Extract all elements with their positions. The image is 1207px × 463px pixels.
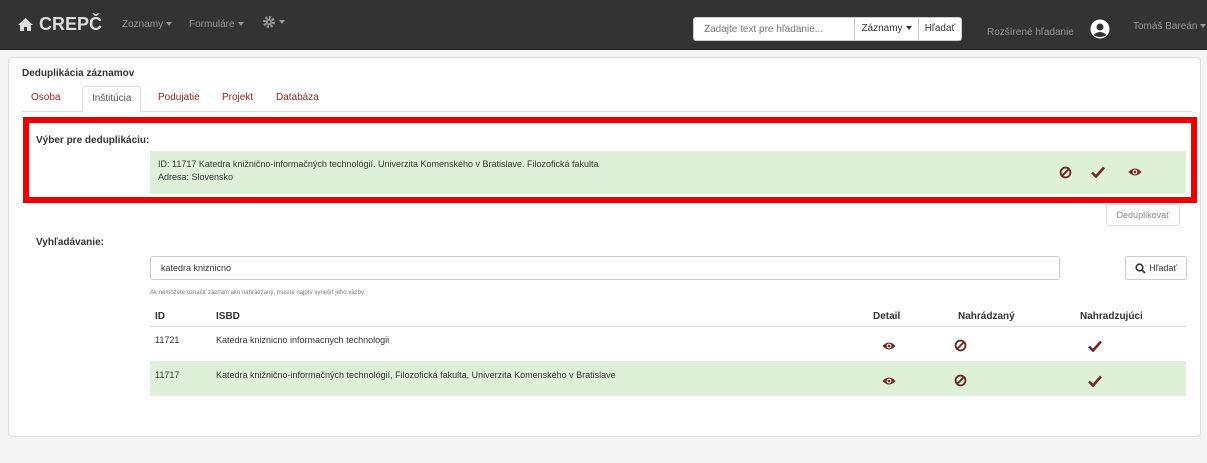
col-header-replacing: Nahradzujúci [1080,311,1143,322]
gear-icon [263,16,275,28]
brand-title: CREPČ [39,14,103,34]
entity-tabs: Osoba Inštitúcia Podujatie Projekt Datab… [22,86,1192,113]
brand-link[interactable]: CREPČ [17,14,102,35]
tab-databaza[interactable]: Databáza [267,86,328,113]
search-scope-label: Záznamy [861,23,903,34]
deduplicate-button[interactable]: Deduplikovať [1106,204,1180,226]
row-id: 11721 [155,335,180,345]
eye-icon [882,377,896,385]
user-menu[interactable]: Tomáš Bareán [1133,21,1207,32]
tab-podujatie[interactable]: Podujatie [149,86,209,113]
search-scope-select[interactable]: Záznamy [854,17,919,41]
row-detail-button[interactable] [881,338,897,354]
row-id: 11717 [155,370,180,380]
row-mark-replaced-button[interactable] [952,372,968,388]
caret-down-icon [166,22,173,27]
caret-down-icon [279,20,285,24]
table-row: 11717 Katedra knižnično-informačných tec… [150,362,1186,396]
check-icon [1088,340,1102,352]
menu-settings[interactable] [262,15,285,29]
eye-icon [882,342,896,350]
caret-down-icon [1200,24,1207,29]
search-input[interactable] [693,17,855,41]
menu-lists-label: Zoznamy [122,19,164,30]
home-icon [18,18,33,31]
caret-down-icon [237,22,244,27]
col-header-isbd: ISBD [216,311,240,322]
col-header-detail: Detail [873,311,901,322]
user-name: Tomáš Bareán [1133,21,1198,32]
check-icon [1088,375,1102,387]
record-search-button-label: Hľadať [1149,263,1177,273]
search-icon [1135,262,1146,274]
tab-institucia[interactable]: Inštitúcia [82,86,142,113]
row-isbd: Katedra kniznicno informacnych technolog… [216,335,390,345]
selection-highlight-frame [23,117,1197,203]
row-mark-replaced-button[interactable] [952,337,968,353]
tab-projekt[interactable]: Projekt [213,86,262,113]
advanced-search-link[interactable]: Rozšírené hľadanie [987,27,1074,38]
row-mark-replacing-button[interactable] [1087,373,1103,389]
ban-icon [954,339,966,351]
search-hint: Ak nemôžete označiť záznam ako nahrádzan… [150,290,366,296]
caret-down-icon [905,26,912,31]
search-button[interactable]: Hľadať [918,17,962,41]
col-header-replaced: Nahrádzaný [958,311,1015,322]
row-isbd: Katedra knižnično-informačných technológ… [216,370,616,380]
user-avatar-icon[interactable] [1090,19,1110,39]
record-search-button[interactable]: Hľadať [1125,256,1187,280]
navbar: CREPČ Zoznamy Formuláre Záznamy Hľadať R… [0,0,1207,50]
menu-lists[interactable]: Zoznamy [122,19,173,30]
page-title: Deduplikácia záznamov [22,68,135,79]
menu-forms-label: Formuláre [189,19,235,30]
menu-forms[interactable]: Formuláre [189,19,244,30]
tab-osoba[interactable]: Osoba [22,86,69,113]
col-header-id: ID [155,311,165,322]
record-search-input[interactable] [150,256,1060,280]
row-detail-button[interactable] [881,373,897,389]
table-row: 11721 Katedra kniznicno informacnych tec… [150,327,1186,361]
row-mark-replacing-button[interactable] [1087,338,1103,354]
ban-icon [954,374,966,386]
search-section-label: Vyhľadávanie: [36,237,104,248]
